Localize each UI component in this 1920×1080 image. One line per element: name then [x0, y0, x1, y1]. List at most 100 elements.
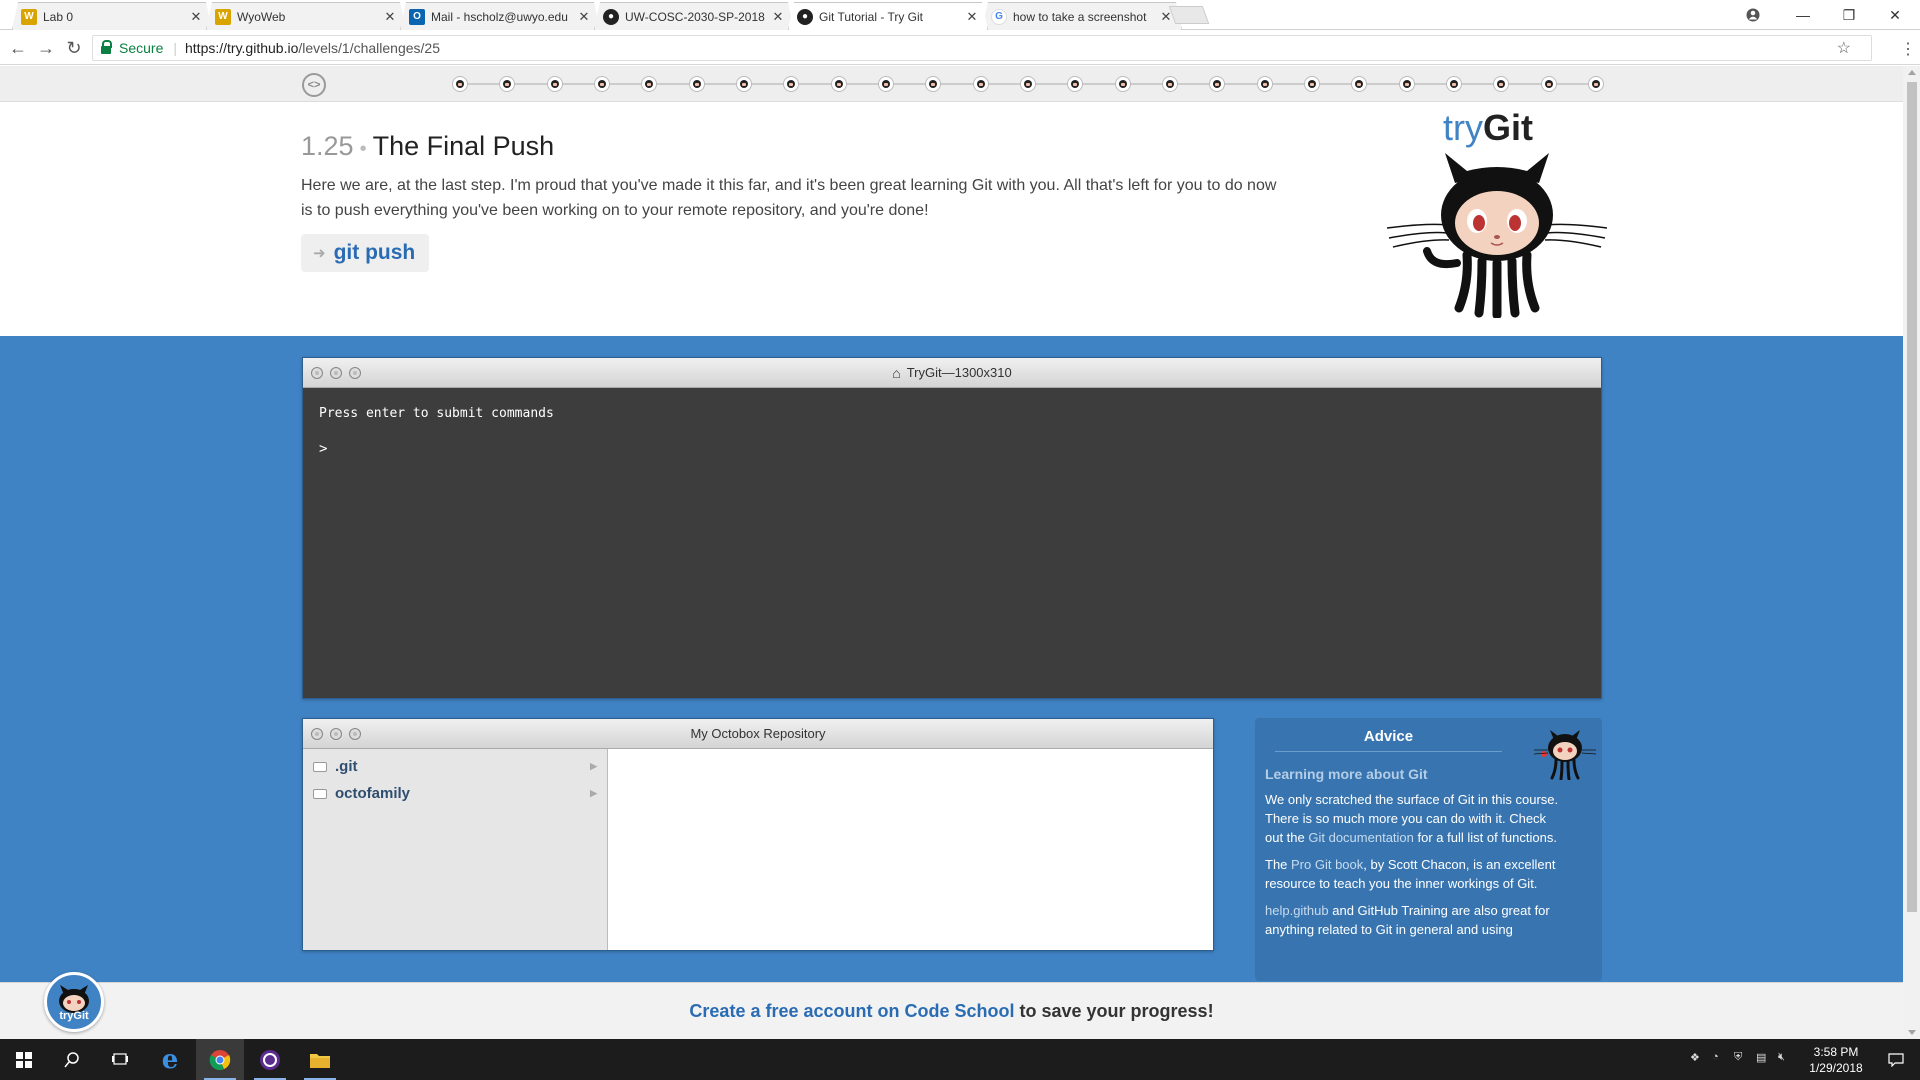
progress-step-dot[interactable] [594, 76, 610, 92]
progress-step-dot[interactable] [1541, 76, 1557, 92]
close-tab-icon[interactable]: ✕ [383, 9, 397, 25]
progress-step-dot[interactable] [925, 76, 941, 92]
progress-step-dot[interactable] [831, 76, 847, 92]
bookmark-star-icon[interactable]: ☆ [1837, 38, 1851, 58]
create-account-link[interactable]: Create a free account on Code School [689, 1001, 1014, 1022]
edge-browser-icon[interactable]: e [146, 1039, 194, 1080]
close-tab-icon[interactable]: ✕ [189, 9, 203, 25]
terminal-window[interactable]: ⌂ TryGit—1300x310 Press enter to submit c… [302, 357, 1602, 699]
git-push-command-button[interactable]: ➜ git push [301, 234, 430, 272]
back-arrow-icon[interactable]: ← [6, 36, 30, 60]
terminal-hint: Press enter to submit commands [319, 406, 554, 421]
forward-arrow-icon[interactable]: → [34, 36, 58, 60]
progress-step-dot[interactable] [1351, 76, 1367, 92]
system-clock[interactable]: 3:58 PM 1/29/2018 [1796, 1044, 1876, 1076]
progress-step-dot[interactable] [452, 76, 468, 92]
course-overview-icon[interactable]: <> [302, 73, 326, 97]
trygit-badge[interactable]: tryGit [44, 972, 104, 1032]
minimize-dot-icon [330, 367, 342, 379]
progress-step-dot[interactable] [736, 76, 752, 92]
progress-step-dot[interactable] [547, 76, 563, 92]
close-dot-icon [311, 728, 323, 740]
progress-step-dot[interactable] [641, 76, 657, 92]
minimize-button[interactable]: — [1780, 0, 1826, 30]
progress-step-dot[interactable] [1446, 76, 1462, 92]
progress-step-dot[interactable] [1493, 76, 1509, 92]
folder-icon [313, 788, 327, 799]
file-explorer-icon[interactable] [296, 1039, 344, 1080]
browser-tab-lab0[interactable]: W Lab 0 ✕ [12, 2, 212, 30]
help-github-link[interactable]: help.github [1265, 903, 1329, 918]
command-prompt[interactable]: > [319, 441, 1585, 457]
notifications-icon[interactable] [1872, 1039, 1920, 1080]
pro-git-book-link[interactable]: Pro Git book [1291, 857, 1363, 872]
wyo-icon: W [21, 9, 37, 25]
wyo-icon: W [215, 9, 231, 25]
terminal-console[interactable]: Press enter to submit commands > [303, 388, 1601, 698]
list-item[interactable]: octofamily ▶ [303, 780, 607, 807]
browser-menu-icon[interactable]: ⋮ [1900, 39, 1916, 59]
folder-name: .git [335, 758, 358, 775]
search-icon[interactable] [48, 1039, 96, 1080]
page-scrollbar[interactable] [1903, 66, 1920, 1039]
progress-step-dot[interactable] [878, 76, 894, 92]
restore-button[interactable]: ❐ [1826, 0, 1872, 30]
progress-step-dot[interactable] [1209, 76, 1225, 92]
progress-step-dot[interactable] [1257, 76, 1273, 92]
repository-window: My Octobox Repository .git ▶ octofamily … [302, 718, 1214, 951]
browser-tab-wyoweb[interactable]: W WyoWeb ✕ [206, 2, 406, 30]
advice-text: The [1265, 857, 1292, 872]
progress-step-dot[interactable] [1020, 76, 1036, 92]
scroll-up-icon[interactable] [1908, 70, 1916, 75]
banner-text: to save your progress! [1019, 1000, 1214, 1021]
tab-strip: W Lab 0 ✕ W WyoWeb ✕ O Mail - hscholz@uw… [0, 0, 1920, 30]
task-view-icon[interactable] [96, 1039, 144, 1080]
progress-step-dot[interactable] [1115, 76, 1131, 92]
advice-paragraph: We only scratched the surface of Git in … [1265, 790, 1565, 847]
progress-steps [452, 76, 1604, 92]
progress-step-dot[interactable] [783, 76, 799, 92]
scroll-down-icon[interactable] [1908, 1030, 1916, 1035]
chrome-icon[interactable] [196, 1039, 244, 1080]
progress-step-dot[interactable] [1399, 76, 1415, 92]
browser-tab-trygit[interactable]: ● Git Tutorial - Try Git ✕ [788, 2, 988, 30]
progress-step-dot[interactable] [689, 76, 705, 92]
repository-titlebar: My Octobox Repository [303, 719, 1213, 749]
progress-step-dot[interactable] [1588, 76, 1604, 92]
progress-step-dot[interactable] [1067, 76, 1083, 92]
dropbox-icon[interactable]: ❖ [1690, 1051, 1700, 1064]
wifi-icon[interactable]: ▤ [1756, 1051, 1766, 1064]
scrollbar-thumb[interactable] [1907, 82, 1917, 912]
browser-tab-mail[interactable]: O Mail - hscholz@uwyo.edu ✕ [400, 2, 600, 30]
terminal-titlebar: ⌂ TryGit—1300x310 [303, 358, 1601, 388]
folder-icon [313, 761, 327, 772]
repository-title: My Octobox Repository [690, 726, 826, 741]
browser-tab-github-course[interactable]: ● UW-COSC-2030-SP-2018 ✕ [594, 2, 794, 30]
close-tab-icon[interactable]: ✕ [771, 9, 785, 25]
progress-step-dot[interactable] [499, 76, 515, 92]
git-documentation-link[interactable]: Git documentation [1308, 830, 1414, 845]
close-tab-icon[interactable]: ✕ [965, 9, 979, 25]
logo-git: Git [1483, 107, 1533, 148]
close-window-button[interactable]: ✕ [1872, 0, 1918, 30]
volume-muted-icon[interactable]: 🔇︎ [1778, 1051, 1785, 1064]
list-item[interactable]: .git ▶ [303, 753, 607, 780]
address-bar[interactable]: Secure | https://try.github.io/levels/1/… [92, 35, 1872, 61]
progress-step-dot[interactable] [1304, 76, 1320, 92]
challenge-heading: 1.25 • The Final Push [301, 131, 554, 162]
browser-tab-google[interactable]: G how to take a screenshot ✕ [982, 2, 1182, 30]
chevron-right-icon: ▶ [590, 788, 597, 798]
url-host: https://try.github.io [185, 40, 299, 56]
media-app-icon[interactable] [246, 1039, 294, 1080]
reload-icon[interactable]: ↻ [62, 36, 86, 60]
new-tab-button[interactable] [1168, 6, 1210, 24]
shield-icon[interactable]: ⛨ [1734, 1051, 1742, 1064]
network-icon[interactable]: ◔ [1712, 1051, 1719, 1063]
progress-step-dot[interactable] [973, 76, 989, 92]
close-tab-icon[interactable]: ✕ [577, 9, 591, 25]
profile-icon[interactable] [1730, 0, 1776, 30]
windows-start-icon[interactable] [0, 1039, 48, 1080]
repository-browser: .git ▶ octofamily ▶ [303, 749, 1213, 950]
progress-step-dot[interactable] [1162, 76, 1178, 92]
arrow-right-icon: ➜ [313, 245, 326, 262]
